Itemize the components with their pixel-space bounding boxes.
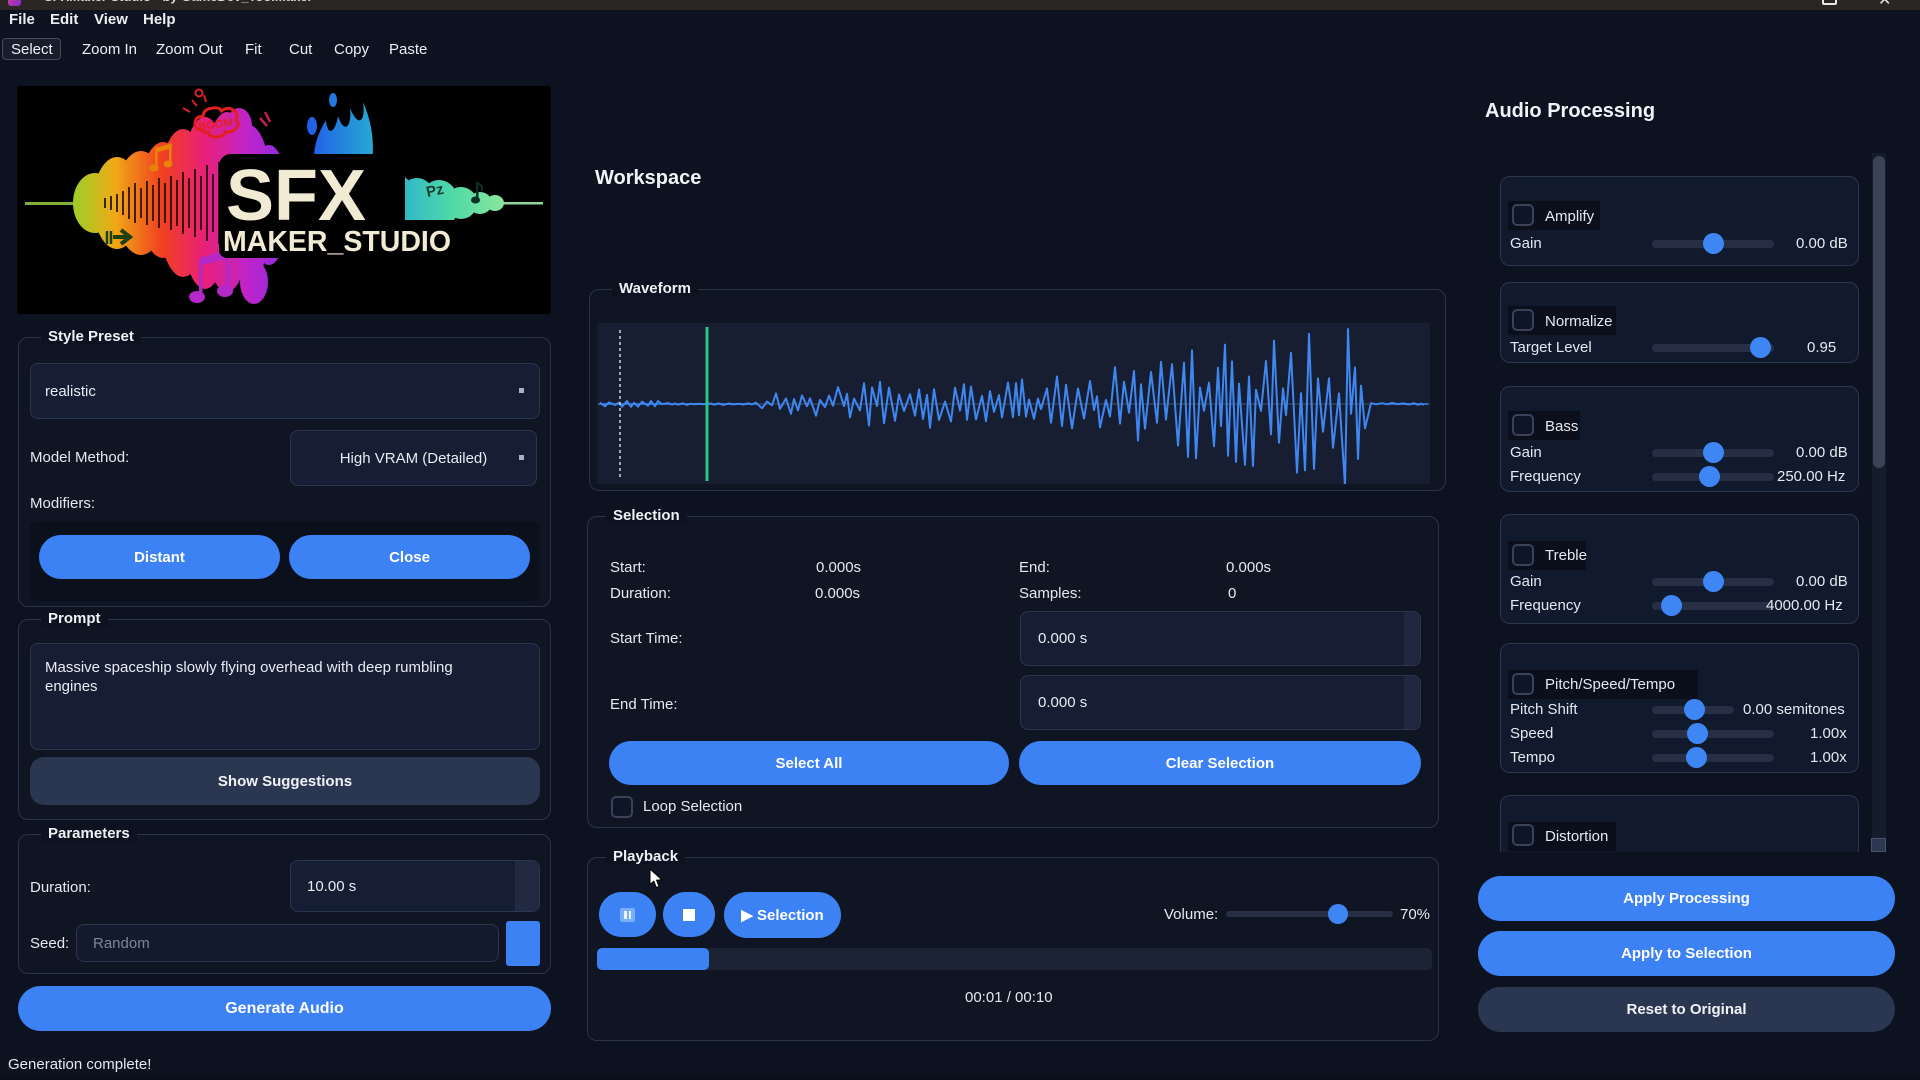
svg-text:MAKER_STUDIO: MAKER_STUDIO <box>223 226 451 258</box>
svg-text:SFX: SFX <box>226 156 366 236</box>
svg-text:Pz: Pz <box>425 181 446 201</box>
